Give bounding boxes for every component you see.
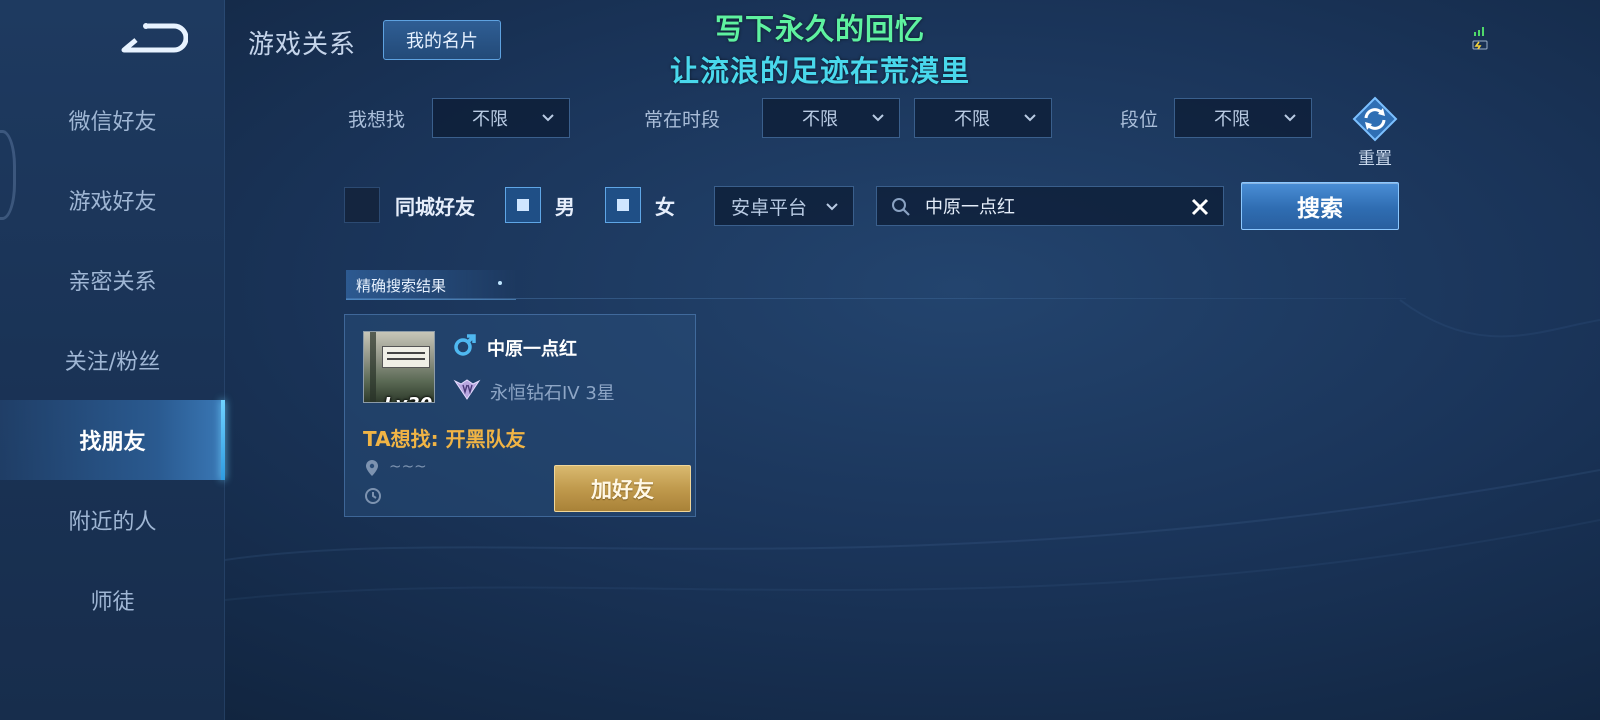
- sidebar-item-game-friends[interactable]: 游戏好友: [0, 160, 225, 240]
- player-name: 中原一点红: [487, 339, 577, 360]
- clear-icon[interactable]: [1189, 196, 1211, 218]
- reset-icon: [1352, 96, 1398, 142]
- looking-for-label: 我想找: [348, 109, 406, 131]
- section-divider: [346, 298, 1406, 299]
- male-label: 男: [555, 195, 575, 219]
- dropdown-value: 不限: [954, 109, 990, 130]
- player-result-card: Lv30 中原一点红 永恒钻石IV 3星 TA想找: 开黑队友 ~~~ 加好友: [344, 314, 696, 517]
- section-header: 精确搜索结果: [346, 270, 516, 300]
- page-title: 游戏关系: [248, 30, 357, 60]
- sidebar-item-label: 关注/粉丝: [64, 350, 161, 375]
- sidebar-item-label: 附近的人: [68, 510, 157, 535]
- sidebar: 微信好友 游戏好友 亲密关系 关注/粉丝 找朋友 附近的人 师徒: [0, 0, 225, 720]
- signal-battery-icon: [1472, 27, 1488, 50]
- dropdown-value: 不限: [1214, 109, 1250, 130]
- sidebar-item-label: 微信好友: [68, 110, 157, 135]
- dropdown-value: 不限: [472, 109, 508, 130]
- reset-label: 重置: [1358, 149, 1392, 169]
- back-arrow-icon[interactable]: [118, 18, 189, 58]
- level-badge: Lv30: [384, 394, 432, 402]
- sidebar-item-label: 亲密关系: [68, 270, 157, 295]
- overlay-lyric-line-2: 让流浪的足迹在荒漠里: [669, 54, 970, 88]
- player-rank: 永恒钻石IV 3星: [490, 383, 615, 404]
- sidebar-item-follow-fans[interactable]: 关注/粉丝: [0, 320, 225, 400]
- dropdown-value: 不限: [802, 109, 838, 130]
- search-input[interactable]: [925, 191, 1175, 221]
- male-gender-icon: [454, 334, 476, 356]
- avatar-pole-decoration: [370, 332, 376, 402]
- sidebar-item-nearby-people[interactable]: 附近的人: [0, 480, 225, 560]
- diamond-rank-icon: [453, 379, 481, 400]
- male-checkbox[interactable]: [505, 187, 541, 223]
- online-period-to-dropdown[interactable]: 不限: [914, 98, 1052, 138]
- female-checkbox[interactable]: [605, 187, 641, 223]
- looking-for-dropdown[interactable]: 不限: [432, 98, 570, 138]
- platform-value: 安卓平台: [731, 196, 808, 219]
- section-title: 精确搜索结果: [356, 277, 447, 295]
- platform-dropdown[interactable]: 安卓平台: [714, 186, 854, 226]
- search-box: [876, 186, 1224, 226]
- avatar-sign-decoration: [382, 346, 430, 368]
- player-location: ~~~: [389, 457, 427, 475]
- online-period-label: 常在时段: [644, 109, 721, 131]
- player-wants: TA想找: 开黑队友: [363, 427, 526, 451]
- search-button[interactable]: 搜索: [1241, 182, 1399, 230]
- avatar[interactable]: Lv30: [363, 331, 435, 403]
- section-dot-decoration: [498, 281, 502, 285]
- sidebar-item-wechat-friends[interactable]: 微信好友: [0, 80, 225, 160]
- chevron-down-icon: [872, 114, 884, 122]
- chevron-down-icon: [1024, 114, 1036, 122]
- app-root: 微信好友 游戏好友 亲密关系 关注/粉丝 找朋友 附近的人 师徒 游戏关系 我的…: [0, 0, 1600, 720]
- rank-dropdown[interactable]: 不限: [1174, 98, 1312, 138]
- female-label: 女: [655, 195, 675, 219]
- search-icon: [892, 198, 910, 216]
- reset-button[interactable]: 重置: [1350, 96, 1400, 169]
- chevron-down-icon: [542, 114, 554, 122]
- add-friend-button[interactable]: 加好友: [554, 465, 691, 512]
- online-period-from-dropdown[interactable]: 不限: [762, 98, 900, 138]
- same-city-label: 同城好友: [395, 195, 475, 219]
- chevron-down-icon: [826, 203, 838, 211]
- chevron-down-icon: [1284, 114, 1296, 122]
- sidebar-item-label: 师徒: [90, 590, 135, 615]
- sidebar-item-intimate-relations[interactable]: 亲密关系: [0, 240, 225, 320]
- same-city-checkbox[interactable]: [344, 187, 380, 223]
- sidebar-item-label: 游戏好友: [68, 190, 157, 215]
- location-pin-icon: [366, 460, 378, 476]
- clock-icon: [365, 488, 381, 504]
- rank-label: 段位: [1120, 109, 1159, 131]
- sidebar-item-mentorship[interactable]: 师徒: [0, 560, 225, 640]
- sidebar-item-find-friends[interactable]: 找朋友: [0, 400, 225, 480]
- my-card-button[interactable]: 我的名片: [383, 20, 501, 60]
- overlay-lyric-line-1: 写下永久的回忆: [714, 12, 925, 46]
- sidebar-item-label: 找朋友: [79, 430, 146, 455]
- sidebar-nav: 微信好友 游戏好友 亲密关系 关注/粉丝 找朋友 附近的人 师徒: [0, 80, 225, 640]
